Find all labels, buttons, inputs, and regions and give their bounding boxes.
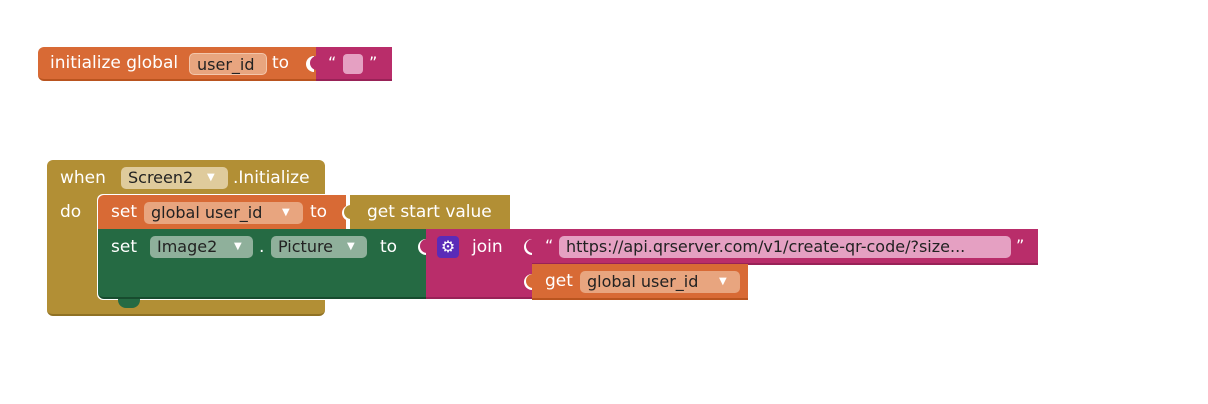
initialize-to-label: to <box>272 53 290 73</box>
dropdown-arrow-icon: ▼ <box>719 276 727 287</box>
join-plug <box>420 239 427 253</box>
url-text-block[interactable]: “ https://api.qrserver.com/v1/create-qr-… <box>526 229 1038 265</box>
empty-text-quote-open: “ <box>328 53 337 72</box>
dropdown-arrow-icon: ▼ <box>234 241 242 252</box>
get-start-value-plug <box>344 205 351 219</box>
get-start-value-block[interactable]: get start value <box>344 195 510 231</box>
empty-text-field[interactable] <box>343 54 363 74</box>
url-quote-close: ” <box>1016 236 1025 255</box>
get-start-value-label: get start value <box>367 202 492 222</box>
get-global-block[interactable]: get global user_id ▼ <box>526 264 748 300</box>
empty-text-block[interactable]: “ ” <box>310 47 392 81</box>
dropdown-arrow-icon: ▼ <box>207 172 215 183</box>
global-var-name-text: user_id <box>197 55 255 74</box>
initialize-global-block[interactable]: initialize global user_id to <box>38 47 318 81</box>
picture-property-dropdown[interactable]: Picture ▼ <box>271 236 367 258</box>
screen-component-text: Screen2 <box>128 168 194 187</box>
join-block[interactable]: ⚙ join <box>420 229 534 299</box>
when-label: when <box>60 168 106 188</box>
set-label: set <box>111 237 137 257</box>
global-var-dropdown-text: global user_id <box>151 203 263 222</box>
empty-text-quote-close: ” <box>369 53 378 72</box>
image-component-dropdown[interactable]: Image2 ▼ <box>150 236 253 258</box>
url-text-plug <box>526 239 533 253</box>
global-var-dropdown[interactable]: global user_id ▼ <box>144 202 303 224</box>
image-component-text: Image2 <box>157 237 218 256</box>
picture-property-text: Picture <box>278 237 334 256</box>
get-var-dropdown-text: global user_id <box>587 272 699 291</box>
get-var-dropdown[interactable]: global user_id ▼ <box>580 271 740 293</box>
url-text-field[interactable]: https://api.qrserver.com/v1/create-qr-co… <box>559 236 1011 258</box>
set-global-block[interactable]: set global user_id ▼ to <box>98 195 350 231</box>
set-label: set <box>111 202 137 222</box>
blocks-workspace[interactable]: initialize global user_id to “ ” when Sc… <box>0 0 1208 404</box>
dropdown-arrow-icon: ▼ <box>347 241 355 252</box>
set-property-to-label: to <box>380 237 398 257</box>
do-label: do <box>60 202 82 222</box>
screen-component-dropdown[interactable]: Screen2 ▼ <box>121 167 228 189</box>
url-quote-open: “ <box>545 236 554 255</box>
set-image-picture-block[interactable]: set Image2 ▼ . Picture ▼ to <box>98 229 428 308</box>
get-label: get <box>545 271 573 291</box>
gear-icon[interactable]: ⚙ <box>437 236 459 258</box>
initialize-global-label: initialize global <box>50 53 179 73</box>
dropdown-arrow-icon: ▼ <box>282 207 290 218</box>
get-global-plug <box>526 274 533 288</box>
global-var-name-field[interactable]: user_id <box>189 53 267 75</box>
set-to-label: to <box>310 202 328 222</box>
join-label: join <box>472 237 503 257</box>
property-dot-label: . <box>259 237 265 257</box>
url-text-value: https://api.qrserver.com/v1/create-qr-co… <box>566 237 966 256</box>
text-block-plug <box>310 56 317 70</box>
event-name-label: .Initialize <box>233 168 310 188</box>
